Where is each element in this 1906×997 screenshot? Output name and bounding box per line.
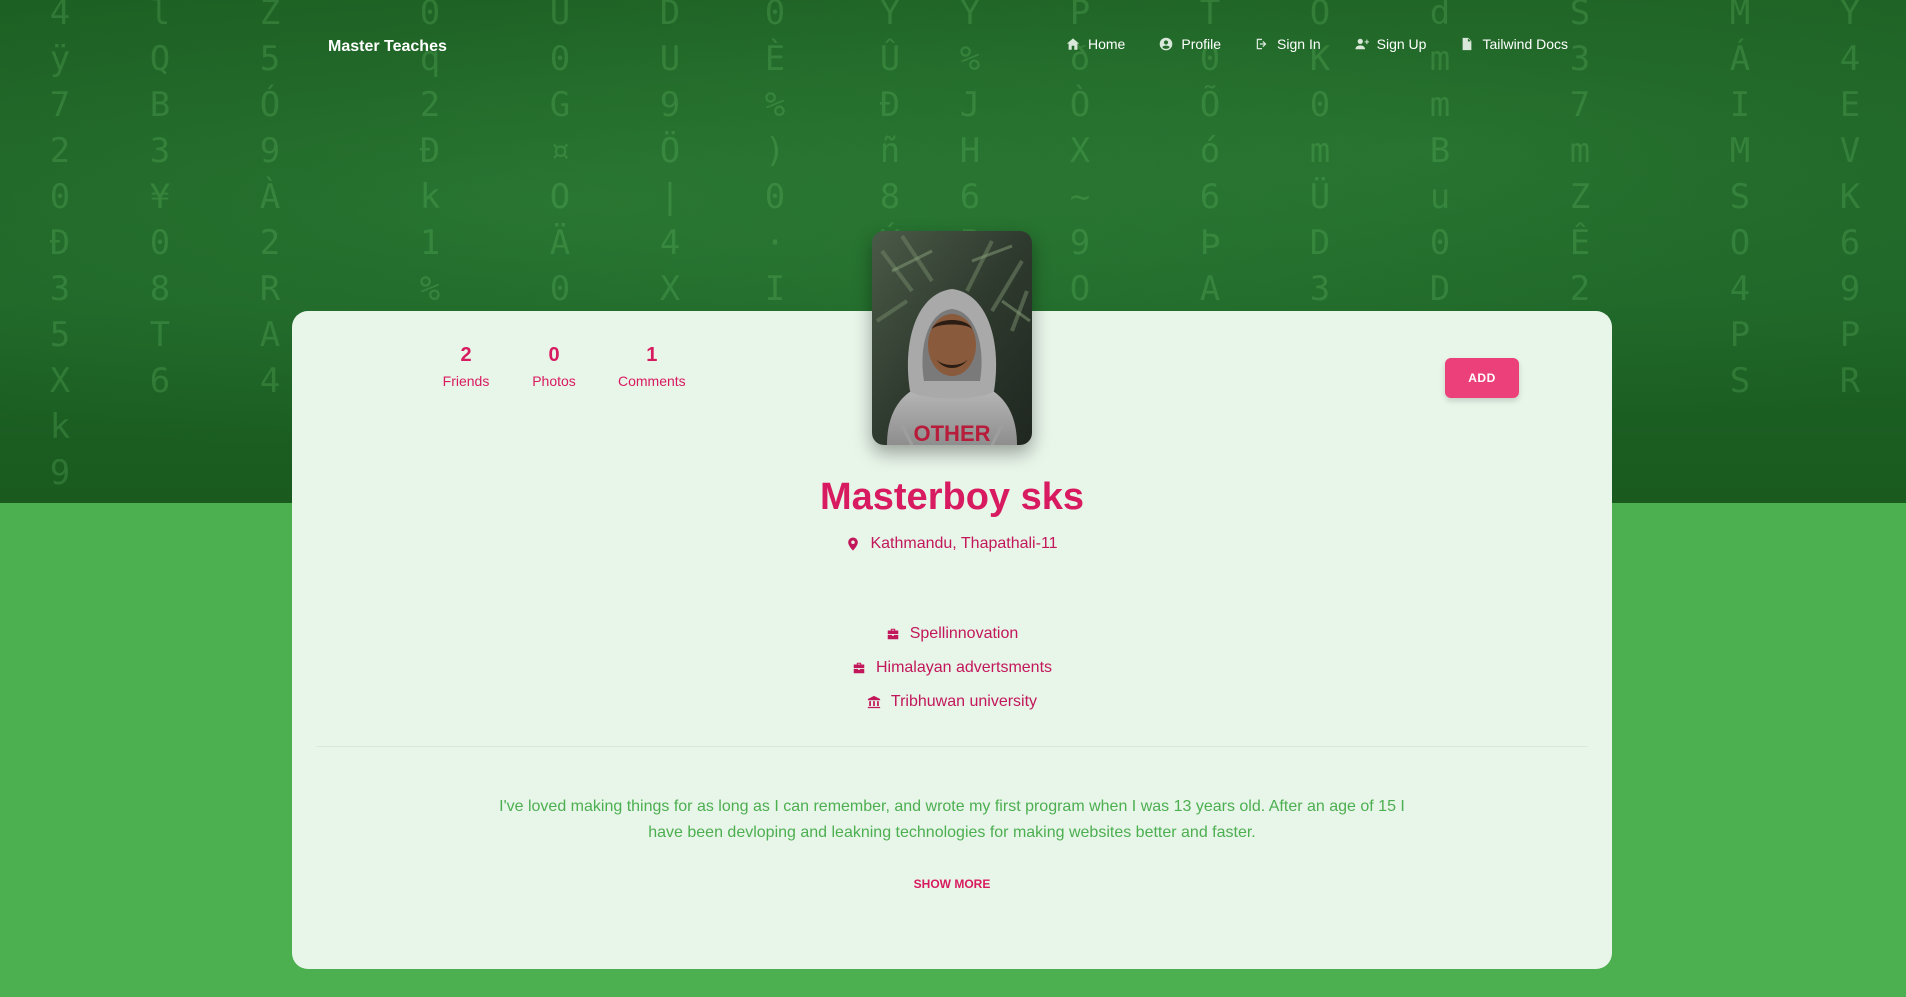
nav-links: Home Profile Sign In Sign Up Tailwind Do…	[1066, 36, 1568, 52]
stat-friends: 2 Friends	[442, 343, 490, 389]
nav-link-tailwind-docs[interactable]: Tailwind Docs	[1460, 36, 1568, 52]
stat-value: 1	[646, 344, 658, 366]
organization-label: Tribhuwan university	[890, 693, 1038, 710]
profile-page: 4 ÿ 7 2 0 Ð 3 5 X k 9 l Q B 3 ¥ 0 8 T 6 …	[0, 0, 1906, 997]
profile-stats: 2 Friends 0 Photos 1 Comments	[442, 343, 686, 389]
map-marker-icon	[848, 537, 859, 551]
briefcase-icon	[887, 628, 898, 639]
university-icon	[867, 695, 881, 708]
sign-in-icon	[1256, 38, 1267, 50]
stat-comments: 1 Comments	[618, 343, 686, 389]
nav-link-label: Home	[1088, 36, 1126, 52]
location-text: Kathmandu, Thapathali-11	[870, 535, 1058, 552]
stat-label: Comments	[618, 373, 686, 389]
nav-link-label: Profile	[1181, 36, 1222, 52]
organization-item: Tribhuwan university	[867, 692, 1037, 711]
svg-text:OTHER: OTHER	[914, 421, 991, 445]
profile-name: Masterboy sks	[819, 476, 1084, 518]
organization-list: Spellinnovation Himalayan advertsments T…	[292, 624, 1612, 711]
nav-link-home[interactable]: Home	[1066, 36, 1125, 52]
nav-link-label: Sign In	[1277, 36, 1321, 52]
user-plus-icon	[1355, 38, 1369, 50]
nav-link-label: Sign Up	[1376, 36, 1427, 52]
briefcase-icon	[853, 662, 865, 673]
user-circle-icon	[1160, 37, 1173, 51]
nav-link-sign-in[interactable]: Sign In	[1255, 36, 1321, 52]
file-icon	[1463, 37, 1472, 51]
divider	[316, 746, 1588, 747]
avatar: OTHER	[872, 231, 1032, 445]
stat-label: Photos	[532, 373, 576, 389]
brand-link[interactable]: Master Teaches	[328, 38, 447, 56]
stat-value: 0	[548, 344, 560, 366]
stat-label: Friends	[442, 373, 490, 389]
stat-value: 2	[460, 344, 472, 366]
stat-photos: 0 Photos	[530, 343, 578, 389]
home-icon	[1066, 38, 1080, 50]
organization-label: Himalayan advertsments	[875, 659, 1053, 676]
bio-text: I've loved making things for as long as …	[499, 798, 1405, 841]
nav-link-profile[interactable]: Profile	[1159, 36, 1221, 52]
organization-item: Himalayan advertsments	[852, 658, 1052, 677]
organization-label: Spellinnovation	[909, 625, 1019, 642]
organization-item: Spellinnovation	[886, 624, 1019, 643]
nav-link-label: Tailwind Docs	[1482, 36, 1569, 52]
nav-link-sign-up[interactable]: Sign Up	[1355, 36, 1427, 52]
profile-photo: OTHER	[872, 231, 1032, 445]
location: Kathmandu, Thapathali-11	[292, 535, 1612, 553]
add-button[interactable]: ADD	[1445, 358, 1519, 398]
show-more-link[interactable]: SHOW MORE	[292, 877, 1612, 891]
navbar: Master Teaches Home Profile Sign In Sign…	[0, 0, 1906, 96]
